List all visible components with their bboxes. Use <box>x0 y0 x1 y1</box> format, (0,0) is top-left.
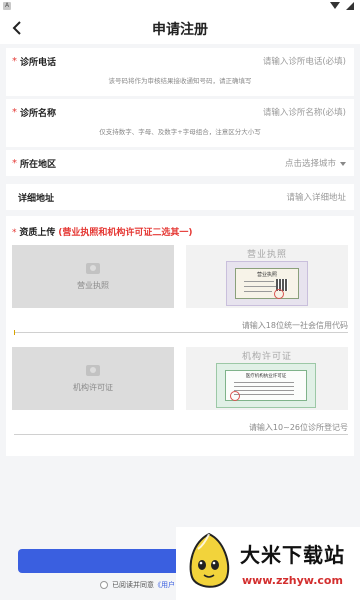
name-hint: 仅支持数字、字母、及数字+字母组合，注意区分大小写 <box>99 128 261 136</box>
certificate-body: 营业执照 <box>235 268 299 299</box>
business-license-sample: 营业执照 营业执照 <box>186 245 348 308</box>
signal-icon <box>346 2 354 10</box>
region-card: * 所在地区 点击选择城市 <box>6 150 354 176</box>
address-label: 详细地址 <box>18 193 55 204</box>
app-notification-icon: A <box>3 2 11 10</box>
agree-text: 已阅读并同意 <box>112 581 154 589</box>
credit-code-underline <box>14 330 348 335</box>
name-input[interactable]: 请输入诊所名称(必填) <box>263 106 346 118</box>
institution-license-upload[interactable]: 机构许可证 <box>12 347 174 410</box>
phone-card: * 诊所电话 请输入诊所电话(必填) 该号码将作为审核结果接收通知号码，请正确填… <box>6 48 354 96</box>
institution-license-sample: 机构许可证 医疗机构执业许可证 <box>186 347 348 410</box>
required-mark: * <box>12 157 17 169</box>
region-row[interactable]: * 所在地区 点击选择城市 <box>6 150 354 176</box>
business-license-upload-label: 营业执照 <box>77 280 109 290</box>
certificate-body: 医疗机构执业许可证 <box>225 370 307 401</box>
certificate-line <box>234 394 294 395</box>
qualification-label: 资质上传 <box>19 228 56 238</box>
qualification-note: (营业执照和机构许可证二选其一) <box>58 228 193 238</box>
agree-checkbox[interactable] <box>100 581 108 589</box>
business-license-upload[interactable]: 营业执照 <box>12 245 174 308</box>
address-row[interactable]: 详细地址 请输入详细地址 <box>6 184 354 210</box>
watermark-url: www.zzhyw.com <box>242 574 343 587</box>
address-card: 详细地址 请输入详细地址 <box>6 184 354 210</box>
wifi-icon <box>330 2 340 9</box>
phone-row[interactable]: * 诊所电话 请输入诊所电话(必填) <box>6 48 354 74</box>
caret-down-icon <box>340 161 346 166</box>
business-license-sample-caption: 营业执照 <box>246 250 287 260</box>
certificate-line <box>234 386 294 387</box>
certificate-title: 营业执照 <box>256 272 277 278</box>
region-select-text: 点击选择城市 <box>284 159 336 169</box>
qualification-title: * 资质上传 (营业执照和机构许可证二选其一) <box>12 225 193 238</box>
page-title: 申请注册 <box>152 22 208 38</box>
title-bar: 申请注册 <box>0 12 360 44</box>
required-mark: * <box>12 55 17 67</box>
address-input[interactable]: 请输入详细地址 <box>286 191 346 203</box>
name-card: * 诊所名称 请输入诊所名称(必填) 仅支持数字、字母、及数字+字母组合，注意区… <box>6 99 354 147</box>
business-license-image: 营业执照 <box>226 261 308 306</box>
name-row[interactable]: * 诊所名称 请输入诊所名称(必填) <box>6 99 354 125</box>
camera-icon <box>86 262 100 274</box>
camera-icon <box>86 364 100 376</box>
registration-number-underline <box>14 434 348 435</box>
phone-label: 诊所电话 <box>20 57 57 68</box>
certificate-line <box>244 291 272 292</box>
text-cursor <box>14 330 15 335</box>
agreement-row: 已阅读并同意 《用户 <box>100 580 175 590</box>
region-label: 所在地区 <box>20 159 57 170</box>
required-mark: * <box>12 106 17 118</box>
institution-license-upload-label: 机构许可证 <box>73 382 113 392</box>
watermark: 大米下载站 www.zzhyw.com <box>176 527 360 600</box>
name-label: 诊所名称 <box>20 108 57 119</box>
region-select[interactable]: 点击选择城市 <box>285 157 346 169</box>
certificate-title: 医疗机构执业许可证 <box>245 374 287 379</box>
seal-icon <box>274 289 284 299</box>
certificate-line <box>244 281 274 282</box>
credit-code-input[interactable]: 请输入18位统一社会信用代码 <box>242 320 348 331</box>
institution-license-sample-caption: 机构许可证 <box>241 352 292 362</box>
phone-input[interactable]: 请输入诊所电话(必填) <box>263 55 346 67</box>
status-bar: A <box>0 0 360 12</box>
seal-icon <box>230 391 240 401</box>
certificate-line <box>234 390 294 391</box>
required-mark: * <box>12 228 17 238</box>
certificate-line <box>234 382 294 383</box>
rice-mascot-logo <box>189 532 229 588</box>
institution-license-image: 医疗机构执业许可证 <box>216 363 316 408</box>
registration-number-input[interactable]: 请输入10~26位诊所登记号 <box>249 422 348 433</box>
watermark-brand: 大米下载站 <box>240 543 345 567</box>
phone-hint: 该号码将作为审核结果接收通知号码，请正确填写 <box>108 77 252 85</box>
user-agreement-link[interactable]: 《用户 <box>154 580 175 590</box>
